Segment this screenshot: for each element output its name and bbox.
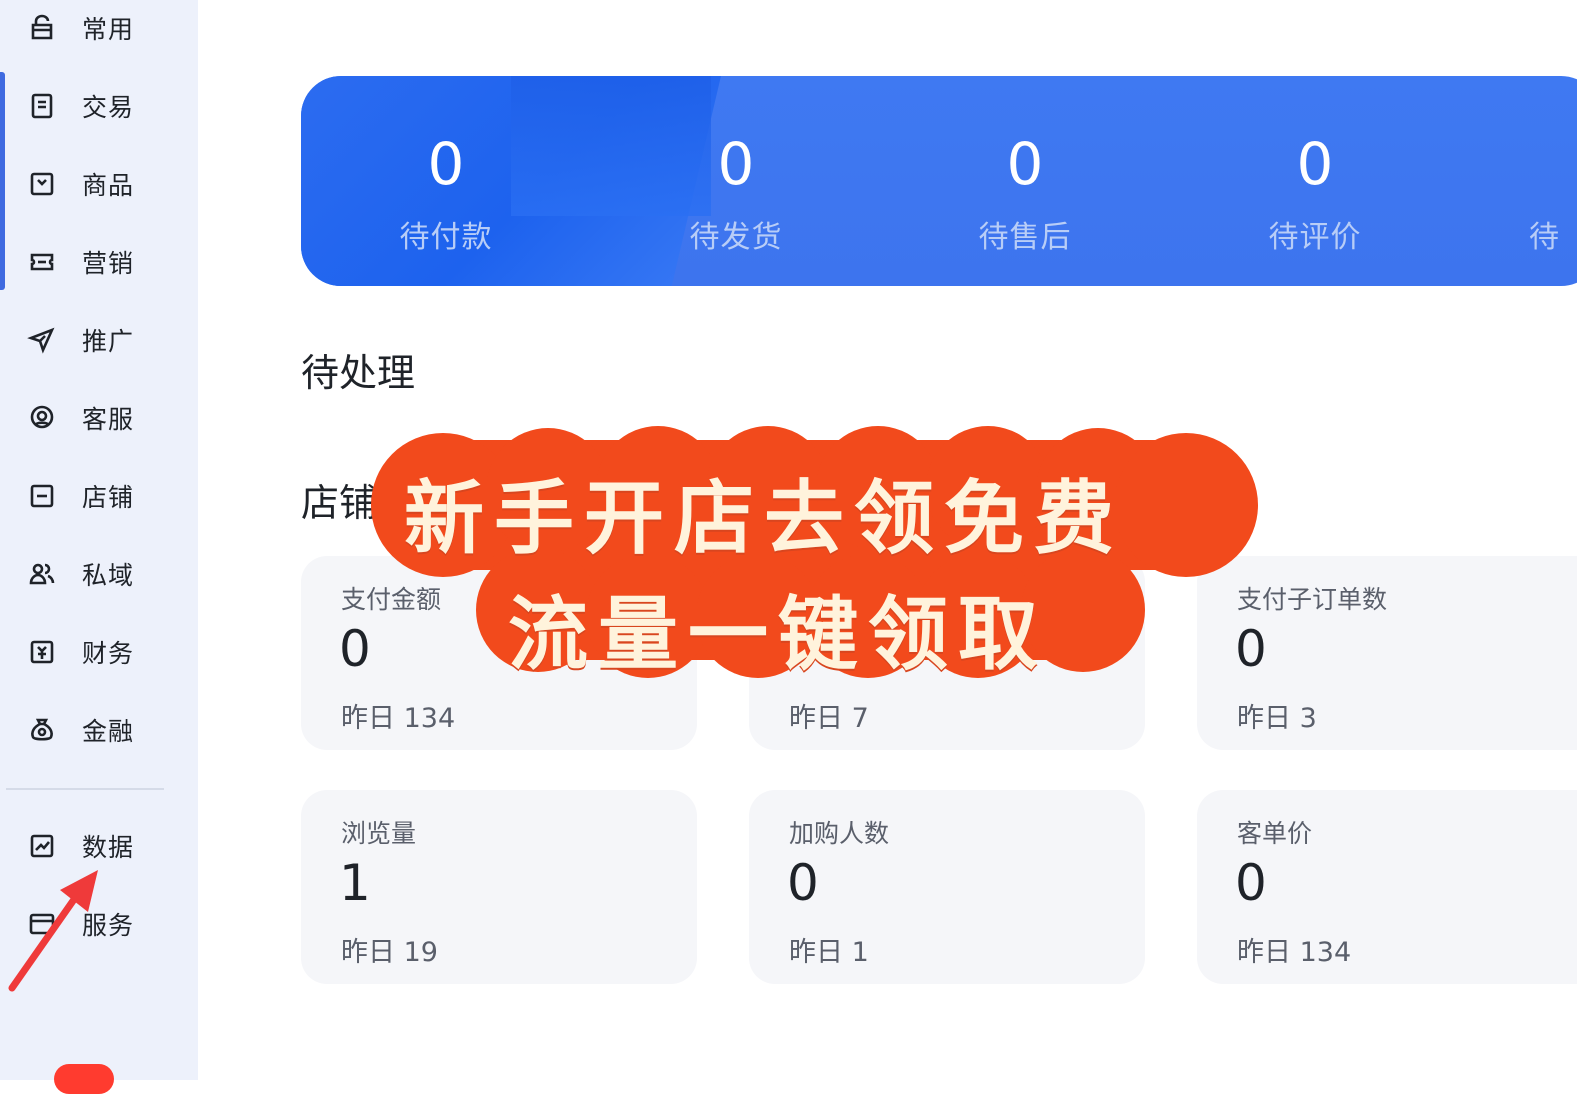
sidebar-item-label: 营销: [82, 249, 135, 278]
sidebar-item-data[interactable]: 数据: [26, 826, 186, 866]
send-plane-icon: [26, 324, 58, 356]
sidebar-item-label: 金融: [82, 717, 135, 746]
sidebar-item-store[interactable]: 店铺: [26, 476, 186, 516]
users-icon: [26, 558, 58, 590]
sidebar-item-product[interactable]: 商品: [26, 164, 186, 204]
stat-label: 待: [1529, 220, 1560, 255]
metric-card-2[interactable]: 昨日 7: [749, 556, 1145, 750]
stat-label: 待发货: [689, 220, 783, 255]
metric-yesterday: 昨日 7: [789, 703, 869, 734]
sidebar-item-trade[interactable]: 交易: [26, 86, 186, 126]
metric-label: 浏览量: [341, 819, 417, 848]
metric-label: 支付子订单数: [1237, 585, 1388, 614]
sidebar-item-service[interactable]: 服务: [26, 904, 186, 944]
order-status-banner: 0 待付款 0 待发货 0 待售后 0 待评价 待: [301, 76, 1577, 286]
sidebar-item-label: 私域: [82, 561, 135, 590]
metric-card-sub-orders[interactable]: 支付子订单数 0 昨日 3: [1197, 556, 1577, 750]
sidebar-item-loan[interactable]: 金融: [26, 710, 186, 750]
metric-label: 加购人数: [789, 819, 890, 848]
stat-pending-shipment[interactable]: 0 待发货: [606, 76, 866, 286]
headset-icon: [26, 402, 58, 434]
notification-badge: [54, 1064, 114, 1094]
metric-yesterday: 昨日 3: [1237, 703, 1317, 734]
metric-label: 支付金额: [341, 585, 442, 614]
sidebar-item-marketing[interactable]: 营销: [26, 242, 186, 282]
metric-label: 客单价: [1237, 819, 1313, 848]
stat-value: 0: [427, 130, 465, 198]
sidebar-active-indicator: [0, 72, 5, 290]
promo-line-1: 新手开店去领免费: [404, 471, 1124, 565]
chart-icon: [26, 830, 58, 862]
service-card-icon: [26, 908, 58, 940]
money-bag-icon: [26, 714, 58, 746]
sidebar-item-label: 常用: [82, 15, 135, 44]
sidebar-item-label: 财务: [82, 639, 135, 668]
sidebar-item-label: 推广: [82, 327, 135, 356]
sidebar-item-promotion[interactable]: 推广: [26, 320, 186, 360]
sidebar-item-label: 数据: [82, 833, 135, 862]
metric-yesterday: 昨日 19: [341, 937, 438, 968]
metric-value: 0: [339, 620, 371, 678]
sidebar-item-private-domain[interactable]: 私域: [26, 554, 186, 594]
sidebar-item-label: 店铺: [82, 483, 135, 512]
metric-card-payment-amount[interactable]: 支付金额 0 昨日 134: [301, 556, 697, 750]
stat-cut-off[interactable]: 待: [1529, 76, 1577, 286]
metric-value: 0: [1235, 854, 1267, 912]
stat-value: 0: [717, 130, 755, 198]
store-icon: [26, 480, 58, 512]
sidebar-item-label: 客服: [82, 405, 135, 434]
stat-pending-payment[interactable]: 0 待付款: [316, 76, 576, 286]
metric-yesterday: 昨日 134: [1237, 937, 1352, 968]
coupon-ticket-icon: [26, 246, 58, 278]
sidebar-item-label: 商品: [82, 171, 135, 200]
stat-label: 待评价: [1268, 220, 1362, 255]
stat-pending-aftersale[interactable]: 0 待售后: [895, 76, 1155, 286]
shop-bag-icon: [26, 12, 58, 44]
store-section-title: 店铺: [301, 481, 378, 525]
metric-card-add-to-cart[interactable]: 加购人数 0 昨日 1: [749, 790, 1145, 984]
metric-yesterday: 昨日 1: [789, 937, 869, 968]
stat-value: 0: [1296, 130, 1334, 198]
sidebar-divider: [6, 788, 164, 790]
pending-section-title: 待处理: [301, 351, 416, 395]
sidebar-item-label: 服务: [82, 911, 135, 940]
order-doc-icon: [26, 90, 58, 122]
sidebar-item-label: 交易: [82, 93, 135, 122]
sidebar: 常用 交易 商品 营销 推广 客服 店铺 私域 财务 金融 数据 服务: [0, 0, 198, 1094]
stat-label: 待付款: [399, 220, 493, 255]
stat-label: 待售后: [978, 220, 1072, 255]
sidebar-item-customer-service[interactable]: 客服: [26, 398, 186, 438]
finance-yen-icon: [26, 636, 58, 668]
metric-card-avg-order-value[interactable]: 客单价 0 昨日 134: [1197, 790, 1577, 984]
metric-value: 0: [787, 854, 819, 912]
metric-value: 0: [1235, 620, 1267, 678]
sidebar-item-finance[interactable]: 财务: [26, 632, 186, 672]
stat-pending-review[interactable]: 0 待评价: [1185, 76, 1445, 286]
metric-card-page-views[interactable]: 浏览量 1 昨日 19: [301, 790, 697, 984]
metric-value: 1: [339, 854, 371, 912]
sidebar-item-common[interactable]: 常用: [26, 8, 186, 48]
stat-value: 0: [1006, 130, 1044, 198]
metric-yesterday: 昨日 134: [341, 703, 456, 734]
product-box-icon: [26, 168, 58, 200]
